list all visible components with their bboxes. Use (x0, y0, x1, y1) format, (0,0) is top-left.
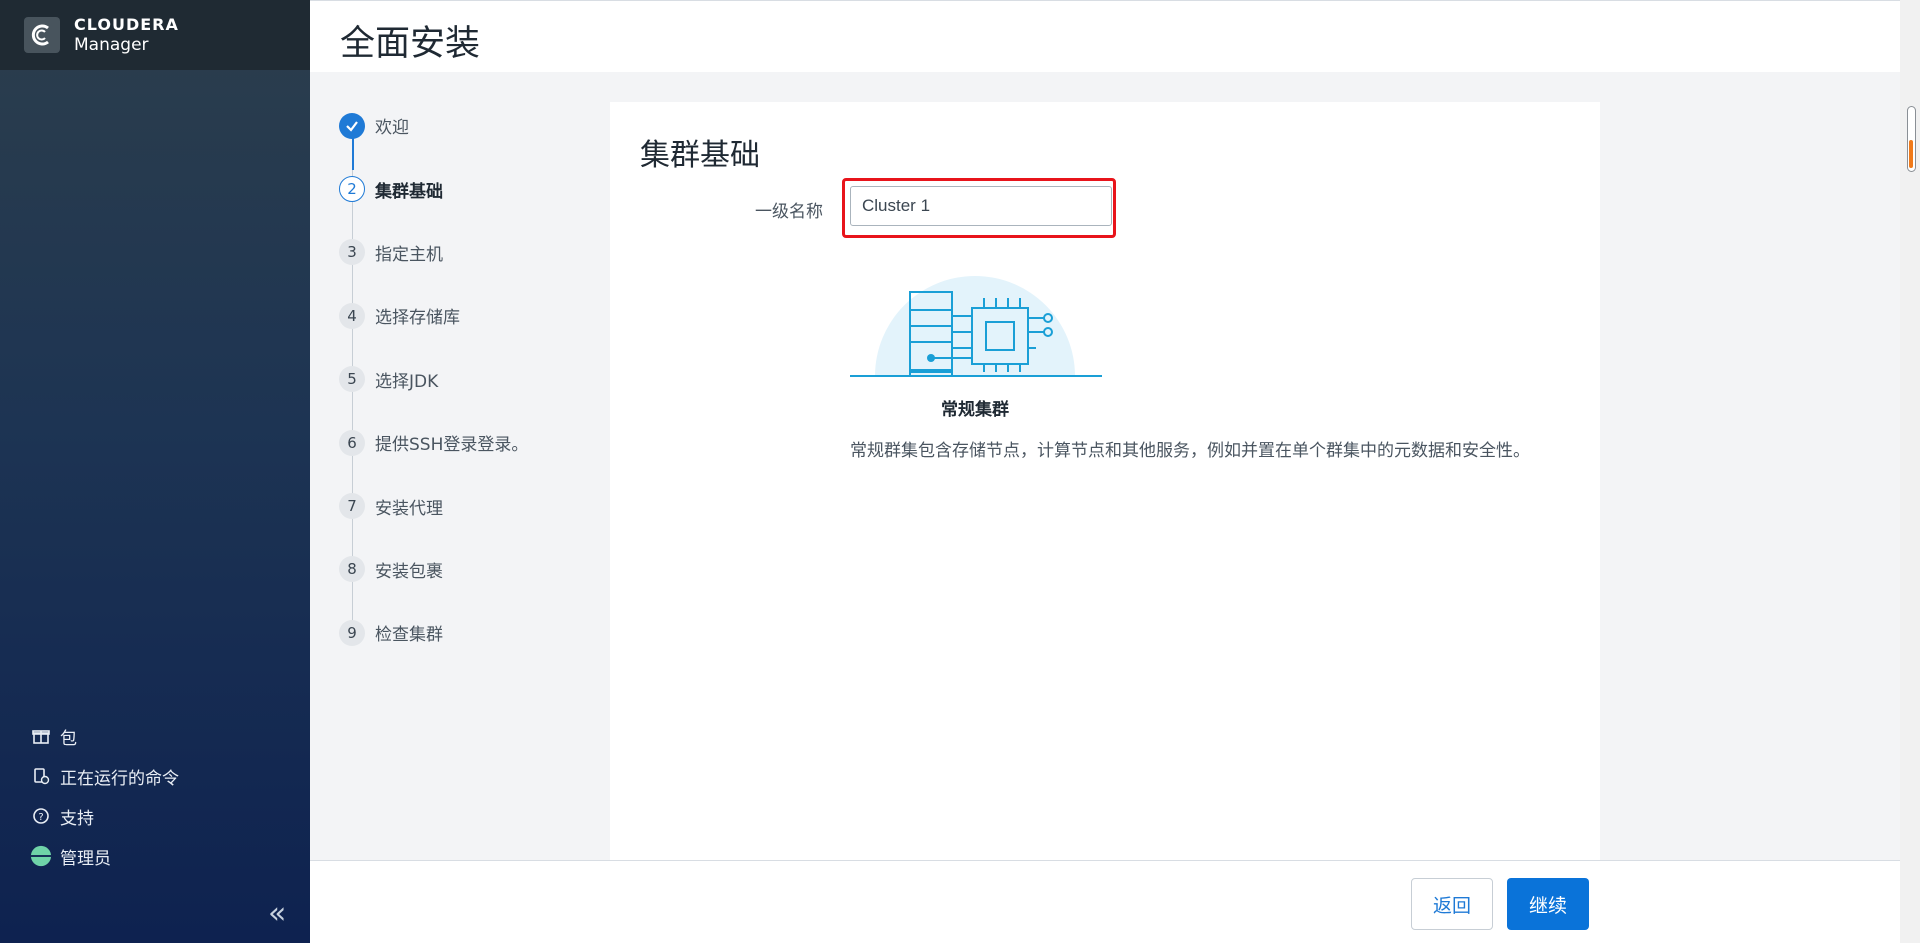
cluster-type-description: 常规群集包含存储节点，计算节点和其他服务，例如并置在单个群集中的元数据和安全性。 (850, 441, 1530, 461)
cluster-name-input[interactable] (850, 186, 1112, 226)
regular-cluster-illustration[interactable] (850, 252, 1102, 380)
step-select-repository[interactable]: 4 选择存储库 (338, 284, 588, 347)
step-label: 集群基础 (375, 181, 443, 202)
step-number: 9 (339, 619, 365, 646)
step-number: 2 (339, 176, 365, 203)
step-label: 选择JDK (375, 371, 439, 392)
step-number: 8 (339, 556, 365, 583)
step-number: 5 (339, 366, 365, 393)
sidebar-item-running-commands[interactable]: 正在运行的命令 (30, 756, 179, 796)
package-icon (30, 725, 52, 747)
page-title: 全面安装 (340, 24, 481, 64)
step-label: 欢迎 (375, 118, 409, 139)
step-number: 4 (339, 302, 365, 329)
step-label: 提供SSH登录登录。 (375, 435, 529, 456)
sidebar-item-label: 支持 (60, 808, 94, 829)
back-button[interactable]: 返回 (1411, 878, 1493, 930)
step-label: 检查集群 (375, 625, 443, 646)
wizard-footer: 返回 继续 (310, 860, 1900, 943)
section-title: 集群基础 (640, 138, 760, 173)
step-install-agents[interactable]: 7 安装代理 (338, 474, 588, 537)
sidebar-item-admin[interactable]: 管理员 (30, 836, 179, 876)
svg-text:?: ? (38, 812, 43, 823)
running-commands-icon (30, 765, 52, 787)
scroll-position-marker (1909, 140, 1913, 168)
step-cluster-basics[interactable]: 2 集群基础 (338, 157, 588, 220)
sidebar-menu: 包 正在运行的命令 ? 支持 管理员 (30, 716, 179, 876)
sidebar-item-label: 包 (60, 728, 77, 749)
step-select-jdk[interactable]: 5 选择JDK (338, 348, 588, 411)
continue-button[interactable]: 继续 (1507, 878, 1589, 930)
page-header: 全面安装 (310, 0, 1900, 72)
step-welcome[interactable]: 欢迎 (338, 94, 588, 157)
brand-header[interactable]: CLOUDERA Manager (0, 0, 310, 70)
sidebar-item-label: 正在运行的命令 (60, 768, 179, 789)
sidebar: CLOUDERA Manager 包 正在运行的命令 ? 支持 管理员 « (0, 0, 310, 943)
sidebar-item-support[interactable]: ? 支持 (30, 796, 179, 836)
check-icon (339, 112, 365, 139)
step-label: 安装包裹 (375, 561, 443, 582)
step-inspect-cluster[interactable]: 9 检查集群 (338, 601, 588, 664)
step-number: 7 (339, 493, 365, 520)
collapse-sidebar-icon[interactable]: « (268, 896, 286, 931)
step-ssh-login[interactable]: 6 提供SSH登录登录。 (338, 411, 588, 474)
brand-name: CLOUDERA (74, 15, 179, 34)
brand-subtitle: Manager (74, 35, 149, 55)
step-specify-hosts[interactable]: 3 指定主机 (338, 221, 588, 284)
user-avatar-icon (30, 845, 52, 867)
step-number: 3 (339, 239, 365, 266)
cluster-name-label: 一级名称 (755, 202, 823, 222)
step-label: 安装代理 (375, 498, 443, 519)
cluster-illustration-icon (850, 276, 1102, 377)
step-install-parcels[interactable]: 8 安装包裹 (338, 538, 588, 601)
cluster-basics-card: 集群基础 一级名称 Cluster 1 常规集群 常规群集包含存储节点，计算节点… (610, 102, 1600, 862)
step-label: 选择存储库 (375, 308, 460, 329)
sidebar-item-packages[interactable]: 包 (30, 716, 179, 756)
cloudera-logo-icon (24, 17, 60, 53)
wizard-stepper: 欢迎 2 集群基础 3 指定主机 4 选择存储库 5 选择JDK 6 提供SSH… (338, 94, 588, 665)
step-label: 指定主机 (375, 244, 443, 265)
help-icon: ? (30, 805, 52, 827)
sidebar-item-label: 管理员 (60, 848, 111, 869)
cluster-type-label[interactable]: 常规集群 (941, 395, 1009, 420)
step-number: 6 (339, 429, 365, 456)
